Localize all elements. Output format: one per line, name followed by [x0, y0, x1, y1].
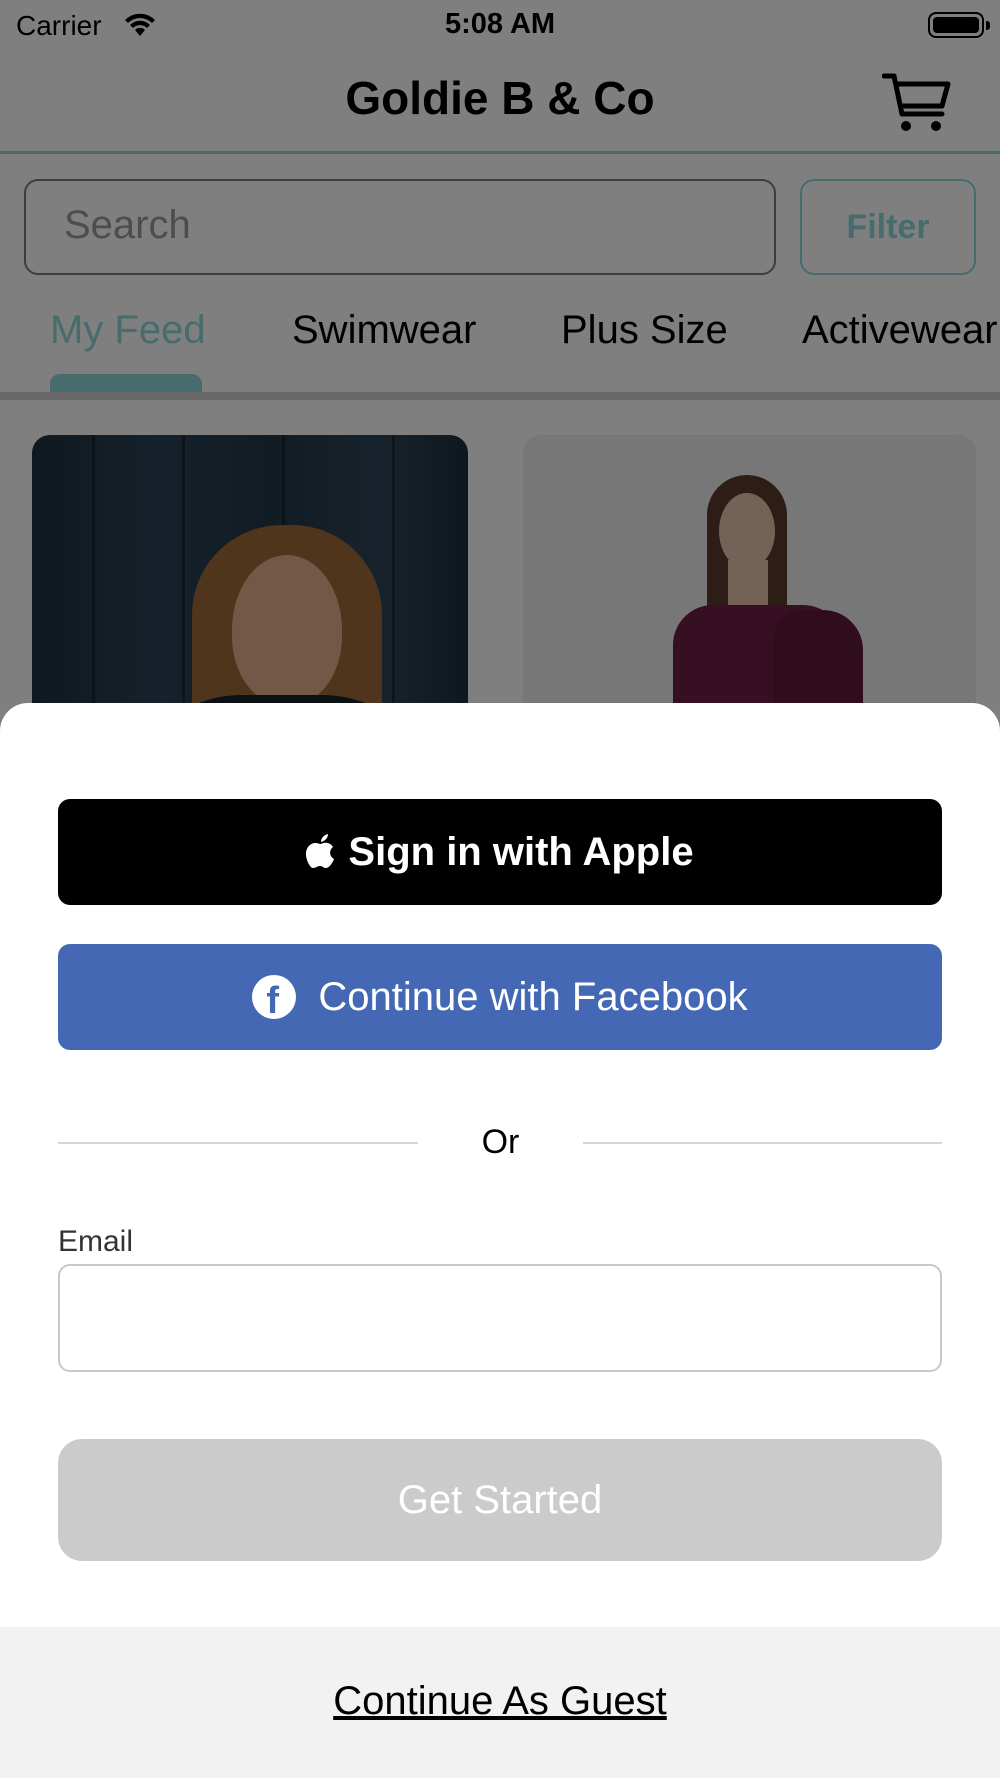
email-label: Email	[58, 1225, 134, 1258]
continue-with-facebook-button[interactable]: f Continue with Facebook	[58, 944, 942, 1050]
apple-button-label: Sign in with Apple	[348, 829, 694, 874]
continue-as-guest-link[interactable]: Continue As Guest	[0, 1679, 1000, 1724]
divider-line	[583, 1142, 942, 1144]
facebook-logo-icon: f	[252, 975, 297, 1020]
get-started-button[interactable]: Get Started	[58, 1439, 942, 1561]
sign-in-with-apple-button[interactable]: Sign in with Apple	[58, 799, 942, 905]
sign-in-sheet: Sign in with Apple f Continue with Faceb…	[0, 703, 1000, 1778]
divider-line	[58, 1142, 418, 1144]
or-divider: Or	[58, 1119, 942, 1165]
apple-logo-icon	[306, 834, 335, 868]
facebook-button-label: Continue with Facebook	[318, 974, 748, 1019]
divider-text: Or	[481, 1123, 520, 1161]
email-field[interactable]	[58, 1264, 942, 1372]
guest-bar: Continue As Guest	[0, 1627, 1000, 1778]
